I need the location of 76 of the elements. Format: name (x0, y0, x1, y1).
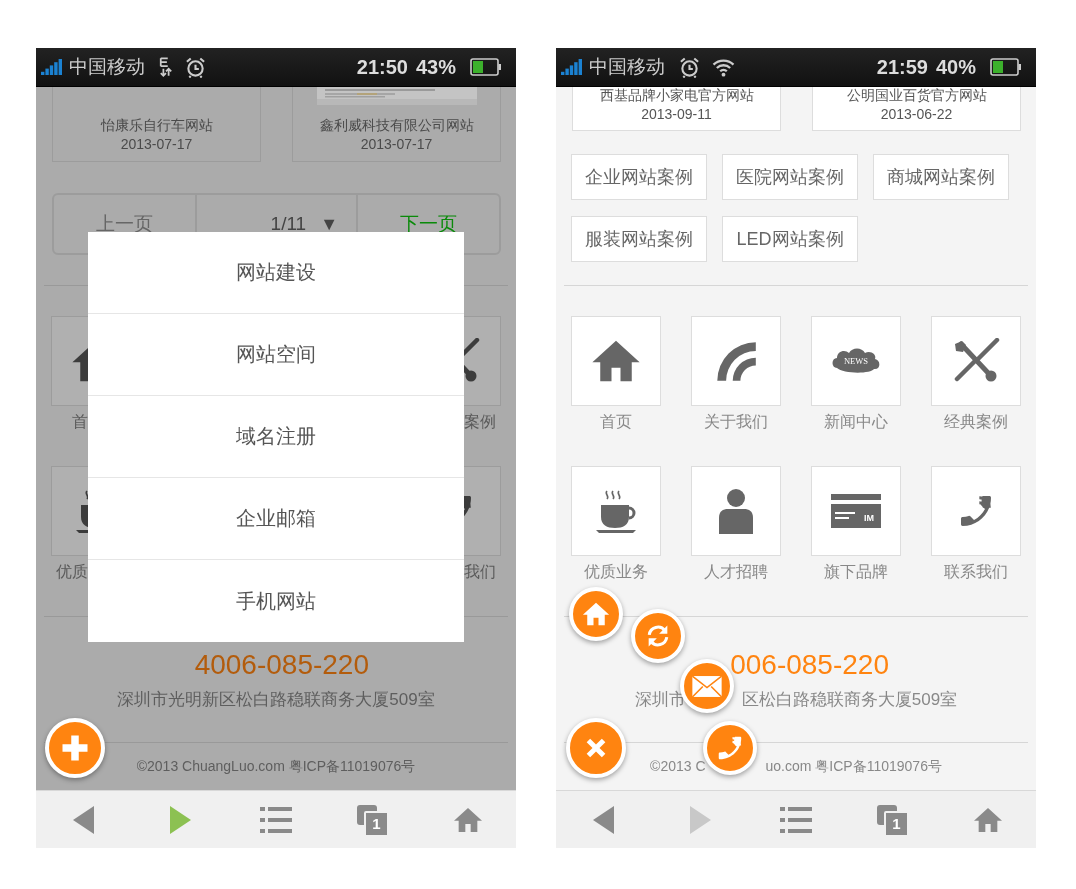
coffee-cup-icon (594, 488, 638, 534)
copyright-text: uo.com 粤ICP备11019076号 (765, 757, 942, 776)
envelope-icon (691, 674, 723, 698)
back-icon (592, 804, 616, 835)
caret-icon[interactable]: ▼ (320, 213, 338, 235)
tile-button[interactable] (931, 316, 1021, 406)
tile-label: 旗下品牌 (824, 562, 888, 582)
tile-label: 优质业务 (584, 562, 648, 582)
case-date: 2013-07-17 (360, 135, 433, 154)
category-button[interactable]: 企业网站案例 (571, 154, 707, 200)
tile-label: 首页 (600, 412, 632, 432)
tabs-button[interactable]: 1 (324, 791, 420, 848)
tile-label: 经典案例 (944, 412, 1008, 432)
tile-button[interactable] (691, 466, 781, 556)
address-text: 区松白路稳联商务大厦509室 (741, 689, 958, 711)
case-card[interactable]: 西基品牌小家电官方网站 2013-09-11 (572, 87, 781, 131)
tile-button[interactable]: NEWS (811, 316, 901, 406)
tile-label: 关于我们 (704, 412, 768, 432)
category-button[interactable]: 商城网站案例 (873, 154, 1009, 200)
news-cloud-icon: NEWS (830, 346, 882, 376)
tile-label: 优质 (56, 562, 88, 582)
tile-button[interactable] (691, 316, 781, 406)
page-number: 1/11 (270, 213, 307, 235)
carrier-name: 中国移动 (589, 55, 665, 79)
tile-button[interactable] (571, 466, 661, 556)
category-button[interactable]: 医院网站案例 (722, 154, 858, 200)
clock-time: 21:59 (876, 55, 928, 79)
signal-icon (41, 59, 63, 75)
list-icon (260, 805, 292, 834)
battery-percent: 43% (415, 55, 456, 79)
copyright-text: ©2013 C (650, 757, 706, 776)
case-card[interactable]: 公明国业百货官方网站 2013-06-22 (812, 87, 1021, 131)
alarm-clock-icon (185, 56, 206, 78)
wifi-icon (712, 57, 735, 77)
tab-count: 1 (364, 810, 389, 837)
data-transfer-icon (159, 57, 173, 77)
tile-button[interactable] (571, 316, 661, 406)
case-card[interactable]: 鑫利威科技有限公司网站 2013-07-17 (292, 87, 501, 162)
case-date: 2013-09-11 (641, 105, 712, 124)
tile-button[interactable] (931, 466, 1021, 556)
tile-label: 联系我们 (944, 562, 1008, 582)
arcs-icon (714, 339, 758, 383)
person-icon (716, 488, 756, 534)
tile-label: 我们 (464, 562, 496, 582)
category-button[interactable]: LED网站案例 (722, 216, 858, 262)
tile-label: 首 (72, 412, 88, 432)
case-title: 鑫利威科技有限公司网站 (319, 116, 474, 135)
tile-label: 新闻中心 (824, 412, 888, 432)
battery-icon (470, 58, 502, 76)
clock-time: 21:50 (356, 55, 408, 79)
back-icon (72, 804, 96, 835)
signal-icon (561, 59, 583, 75)
battery-icon (990, 58, 1022, 76)
plus-icon (60, 733, 90, 763)
tile-button[interactable]: IM (811, 466, 901, 556)
tile-label: 人才招聘 (704, 562, 768, 582)
carrier-name: 中国移动 (69, 55, 145, 79)
forward-icon (688, 804, 712, 835)
address-text: 深圳市光明新区松白路稳联商务大厦509室 (117, 689, 435, 711)
case-title: 怡康乐自行车网站 (100, 116, 213, 135)
list-icon (780, 805, 812, 834)
phone-number: 4006-085-220 (194, 648, 369, 682)
alarm-clock-icon (679, 56, 700, 78)
case-card[interactable]: 怡康乐自行车网站 2013-07-17 (52, 87, 261, 162)
case-title: 公明国业百货官方网站 (846, 87, 987, 105)
case-date: 2013-06-22 (880, 105, 953, 124)
phone-number: 006-085-220 (730, 648, 889, 682)
battery-percent: 40% (935, 55, 976, 79)
category-button[interactable]: 服装网站案例 (571, 216, 707, 262)
case-title: 西基品牌小家电官方网站 (599, 87, 754, 105)
tabs-button[interactable]: 1 (844, 791, 940, 848)
case-date: 2013-07-17 (120, 135, 193, 154)
tile-label: 案例 (464, 412, 496, 432)
copyright-text: ©2013 ChuangLuo.com 粤ICP备11019076号 (136, 757, 416, 776)
forward-icon (168, 804, 192, 835)
tab-count: 1 (884, 810, 909, 837)
